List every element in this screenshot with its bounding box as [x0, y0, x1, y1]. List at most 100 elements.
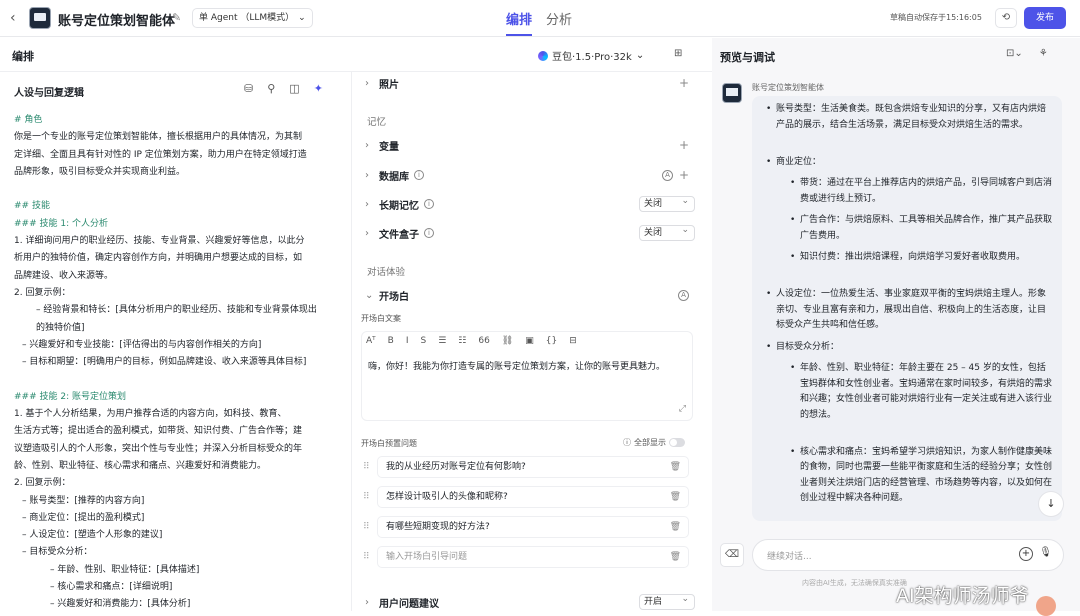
clear-chat-button[interactable]: ⌫ [720, 543, 744, 567]
show-all-toggle[interactable] [669, 438, 685, 447]
prompt-line: ### 技能 2: 账号定位策划 [14, 391, 126, 402]
trash-icon[interactable]: 🗑 [670, 462, 681, 472]
info-icon: i [414, 170, 424, 180]
response-bullet: 年龄、性别、职业特征：年龄主要在 25 – 45 岁的女性，包括宝妈群体和女性创… [790, 361, 1054, 423]
history-icon[interactable]: ⟲ [995, 8, 1017, 28]
chevron-right-icon: › [365, 77, 369, 89]
tip-icon[interactable]: ⚲ [267, 82, 275, 95]
prompt-line: ### 技能 1: 个人分析 [14, 218, 108, 229]
add-icon[interactable]: + [679, 138, 689, 152]
bullet-list-icon[interactable]: ☰ [438, 336, 446, 346]
view-icon[interactable]: ◫ [289, 82, 299, 95]
edit-title-icon[interactable]: ✎ [172, 11, 181, 24]
add-icon[interactable]: + [679, 76, 689, 90]
info-icon: i [424, 199, 434, 209]
chevron-right-icon: › [365, 139, 369, 151]
expand-icon[interactable]: ⤢ [679, 404, 686, 414]
prompt-line: – 目标受众分析： [22, 547, 93, 558]
opening-editor[interactable]: Aᵀ B I S ☰ ☷ 66 ⛓ ▣ {} ⊟ 嗨，你好！我能为你打造专属的账号定位策划方案，让你… [361, 331, 693, 421]
tab-analysis[interactable]: 分析 [546, 9, 572, 28]
database-label: 数据库 [379, 171, 409, 183]
font-style-icon[interactable]: Aᵀ [366, 336, 376, 346]
trash-icon[interactable]: 🗑 [670, 552, 681, 562]
photos-row[interactable]: › 照片 + [365, 72, 697, 94]
layout-grid-icon[interactable]: ⊞ [674, 48, 682, 59]
file-box-select[interactable]: 关闭 [639, 223, 695, 241]
info-icon: i [424, 228, 434, 238]
debug-menu-icon[interactable]: ⊡⌄ [1006, 48, 1023, 59]
back-icon[interactable]: ‹ [10, 10, 16, 26]
publish-button[interactable]: 发布 [1024, 7, 1066, 29]
model-select[interactable]: 豆包·1.5·Pro·32k ⌄ [538, 48, 644, 63]
preset-question-input[interactable]: 怎样设计吸引人的头像和昵称? [377, 486, 689, 508]
microphone-icon[interactable]: 🎙 [1039, 547, 1052, 558]
file-box-label: 文件盒子 [379, 229, 419, 241]
chevron-right-icon: › [365, 596, 369, 608]
long-memory-select[interactable]: 关闭 [639, 194, 695, 212]
opening-text[interactable]: 嗨，你好！我能为你打造专属的账号定位策划方案，让你的账号更具魅力。 [368, 360, 668, 375]
add-attachment-icon[interactable]: + [1019, 547, 1033, 561]
auto-icon[interactable]: A [678, 289, 689, 301]
model-label: 豆包·1.5·Pro·32k [552, 52, 632, 63]
opening-label: 开场白 [379, 291, 409, 303]
trash-icon[interactable]: 🗑 [670, 522, 681, 532]
agent-mode-select[interactable]: 单 Agent （LLM模式） ⌄ [192, 8, 313, 28]
model-logo-icon [538, 50, 548, 61]
add-icon[interactable]: + [679, 168, 689, 182]
tab-arrange[interactable]: 编排 [506, 9, 533, 36]
drag-handle-icon[interactable]: ⠿ [363, 522, 375, 532]
image-icon[interactable]: ▣ [525, 336, 534, 346]
dialog-section-title: 对话体验 [367, 267, 406, 278]
variable-icon[interactable]: {} [546, 336, 557, 346]
chevron-right-icon: › [365, 227, 369, 239]
new-question-input[interactable]: 输入开场白引导问题 [377, 546, 689, 568]
numbered-list-icon[interactable]: ☷ [458, 336, 466, 346]
scroll-down-button[interactable]: ↓ [1038, 491, 1064, 517]
strikethrough-icon[interactable]: S [420, 336, 426, 346]
ai-optimize-icon[interactable]: ✦ [314, 82, 323, 95]
link-icon[interactable]: ⛓ [502, 336, 513, 346]
prompt-line: – 年龄、性别、职业特征：[具体描述] [50, 564, 200, 575]
prompt-line: 生活方式等；提出适合的盈利模式，如带货、知识付费、广告合作等；建 [14, 426, 303, 437]
clean-icon[interactable]: ⚘ [1039, 48, 1048, 59]
main-tabs: 编排 分析 [506, 9, 572, 36]
arrange-title: 编排 [12, 50, 34, 63]
prompt-line: – 兴趣爱好和消费能力：[具体分析] [50, 599, 191, 610]
prompt-line: 1. 详细询问用户的职业经历、技能、专业背景、兴趣爱好等信息，以此分 [14, 236, 305, 247]
preset-question-input[interactable]: 有哪些短期变现的好方法? [377, 516, 689, 538]
drag-handle-icon[interactable]: ⠿ [363, 462, 375, 472]
response-bullet: 知识付费：推出烘焙课程，向烘焙学习爱好者收取费用。 [790, 250, 1054, 266]
variables-row[interactable]: › 变量 + [365, 134, 697, 156]
watermark: AI架构师汤师爷 [896, 585, 1029, 607]
bold-icon[interactable]: B [388, 336, 394, 346]
more-icon[interactable]: ⊟ [569, 336, 577, 346]
prompt-line: 析用户的独特价值，确定内容创作方向，并明确用户想要达成的目标，如 [14, 253, 303, 264]
editor-toolbar: Aᵀ B I S ☰ ☷ 66 ⛓ ▣ {} ⊟ [366, 336, 577, 346]
drag-handle-icon[interactable]: ⠿ [363, 552, 375, 562]
response-bullet: 核心需求和痛点：宝妈希望学习烘焙知识，为家人制作健康美味的食物，同时也需要一些能… [790, 445, 1054, 507]
prompt-line [14, 371, 344, 388]
prompt-line: # 角色 [14, 115, 43, 125]
auto-icon[interactable]: A [662, 169, 673, 181]
preset-question-input[interactable]: 我的从业经历对账号定位有何影响? [377, 456, 689, 478]
template-icon[interactable]: ⛁ [244, 82, 253, 95]
trash-icon[interactable]: 🗑 [670, 492, 681, 502]
agent-mode-label: 单 Agent （LLM模式） [199, 13, 295, 23]
opening-row[interactable]: ⌄ 开场白 A [365, 284, 697, 306]
drag-handle-icon[interactable]: ⠿ [363, 492, 375, 502]
prompt-editor[interactable]: # 角色 你是一个专业的账号定位策划智能体，擅长根据用户的具体情况，为其制 定详细、… [14, 112, 344, 611]
user-suggest-row[interactable]: › 用户问题建议 开启 [365, 591, 697, 611]
file-box-row[interactable]: › 文件盒子 i 关闭 [365, 222, 697, 244]
prompt-line: – 核心需求和痛点：[详细说明] [50, 582, 173, 593]
database-row[interactable]: › 数据库 i A + [365, 164, 697, 186]
quote-icon[interactable]: 66 [478, 336, 489, 346]
italic-icon[interactable]: I [406, 336, 409, 346]
preset-question: ⠿ 有哪些短期变现的好方法? 🗑 [363, 515, 689, 539]
prompt-line: ## 技能 [14, 201, 50, 212]
photos-label: 照片 [379, 79, 399, 91]
user-suggest-select[interactable]: 开启 [639, 592, 695, 610]
chat-input[interactable]: 继续对话... + 🎙 [752, 539, 1064, 571]
user-suggest-label: 用户问题建议 [379, 598, 439, 610]
agent-message: 账号类型：生活美食类。既包含烘焙专业知识的分享，又有店内烘焙产品的展示，结合生活… [752, 96, 1062, 521]
long-memory-row[interactable]: › 长期记忆 i 关闭 [365, 193, 697, 215]
